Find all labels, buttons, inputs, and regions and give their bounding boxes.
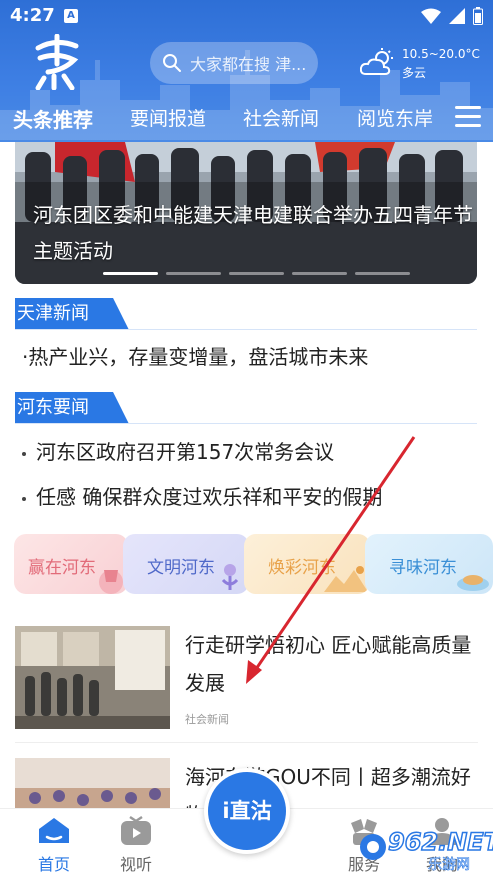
weather-widget[interactable]: 10.5~20.0°C 多云 (360, 44, 490, 84)
tv-icon (121, 815, 151, 845)
category-tabs: 头条推荐 要闻报道 社会新闻 阅览东岸 (0, 98, 493, 138)
banner-caption: 河东团区委和中能建天津电建联合举办五四青年节主题活动 (33, 203, 473, 263)
menu-icon[interactable] (455, 106, 481, 128)
carousel-dot[interactable] (103, 272, 158, 275)
flower-icon (221, 564, 239, 590)
app-logo (35, 34, 79, 90)
search-bar[interactable]: 大家都在搜 津... (150, 42, 318, 84)
news-headline[interactable]: ·热产业兴，存量变增量，盘活城市未来 (22, 341, 462, 370)
signal-icon (449, 8, 465, 24)
food-icon (457, 575, 489, 591)
section-divider (15, 329, 477, 330)
tab-read-east-bank[interactable]: 阅览东岸 (357, 104, 433, 131)
card-taste-hedong[interactable]: 寻味河东 (365, 534, 493, 594)
nav-label: 首页 (37, 855, 70, 874)
watermark-logo-icon (360, 834, 386, 860)
status-icons (421, 7, 483, 25)
section-divider (15, 423, 477, 424)
wifi-icon (421, 8, 441, 24)
nav-video[interactable]: 视听 (106, 815, 166, 875)
weather-condition: 多云 (402, 66, 427, 80)
card-label: 寻味河东 (389, 558, 457, 578)
temperature-range: 10.5~20.0°C (402, 47, 480, 61)
news-headline[interactable]: 任感 确保群众度过欢乐祥和平安的假期 (22, 481, 462, 510)
bullet-icon (22, 451, 26, 456)
news-headline-text: 河东区政府召开第157次常务会议 (36, 440, 335, 464)
article-item[interactable]: 行走研学悟初心 匠心赋能高质量发展 社会新闻 (15, 626, 478, 730)
card-win-in-hedong[interactable]: 赢在河东 (14, 534, 128, 594)
search-icon (163, 54, 181, 72)
status-time: 4:27 (10, 5, 55, 26)
news-headline[interactable]: 河东区政府召开第157次常务会议 (22, 436, 462, 465)
home-icon (39, 818, 69, 843)
card-label: 赢在河东 (28, 558, 96, 578)
app-header: 4:27 A 大家都在搜 津... 10.5~20.0°C 多云 头条推荐 要闻… (0, 0, 493, 142)
nav-label: 视听 (119, 855, 152, 874)
card-label: 文明河东 (147, 558, 215, 578)
carousel-dot[interactable] (229, 272, 284, 275)
status-bar: 4:27 A (0, 0, 493, 32)
carousel-indicators (103, 272, 410, 275)
feature-cards: 赢在河东 文明河东 焕彩河东 寻味河东 (14, 534, 493, 594)
carousel-dot[interactable] (355, 272, 410, 275)
news-headline-text: 任感 确保群众度过欢乐祥和平安的假期 (36, 485, 383, 509)
tab-social-news[interactable]: 社会新闻 (243, 104, 319, 131)
card-civilized-hedong[interactable]: 文明河东 (123, 534, 249, 594)
battery-icon (473, 7, 483, 25)
search-placeholder: 大家都在搜 津... (190, 55, 307, 74)
notification-icon: A (64, 9, 78, 23)
landscape-icon (324, 566, 368, 592)
list-divider (15, 742, 478, 743)
app-screen: 4:27 A 大家都在搜 津... 10.5~20.0°C 多云 头条推荐 要闻… (0, 0, 493, 878)
banner-carousel[interactable]: 河东团区委和中能建天津电建联合举办五四青年节主题活动 (15, 142, 477, 284)
site-watermark: 962.NET 乐游网 (358, 827, 493, 874)
bullet-icon (22, 496, 26, 501)
zhigu-fab-button[interactable]: i直沽 (204, 768, 290, 854)
partly-cloudy-icon (360, 48, 393, 75)
tab-news-report[interactable]: 要闻报道 (130, 104, 206, 131)
article-title: 行走研学悟初心 匠心赋能高质量发展 (185, 633, 472, 695)
section-label-hedong-news[interactable]: 河东要闻 (15, 392, 129, 424)
article-thumbnail (15, 626, 170, 729)
watermark-subtext: 乐游网 (428, 857, 471, 874)
tab-headline[interactable]: 头条推荐 (13, 104, 93, 133)
carousel-dot[interactable] (166, 272, 221, 275)
carousel-dot[interactable] (292, 272, 347, 275)
article-category: 社会新闻 (185, 713, 229, 726)
section-label-tianjin-news[interactable]: 天津新闻 (15, 298, 129, 330)
card-radiant-hedong[interactable]: 焕彩河东 (244, 534, 370, 594)
watermark-text: 962.NET (387, 827, 493, 857)
nav-home[interactable]: 首页 (24, 815, 84, 875)
